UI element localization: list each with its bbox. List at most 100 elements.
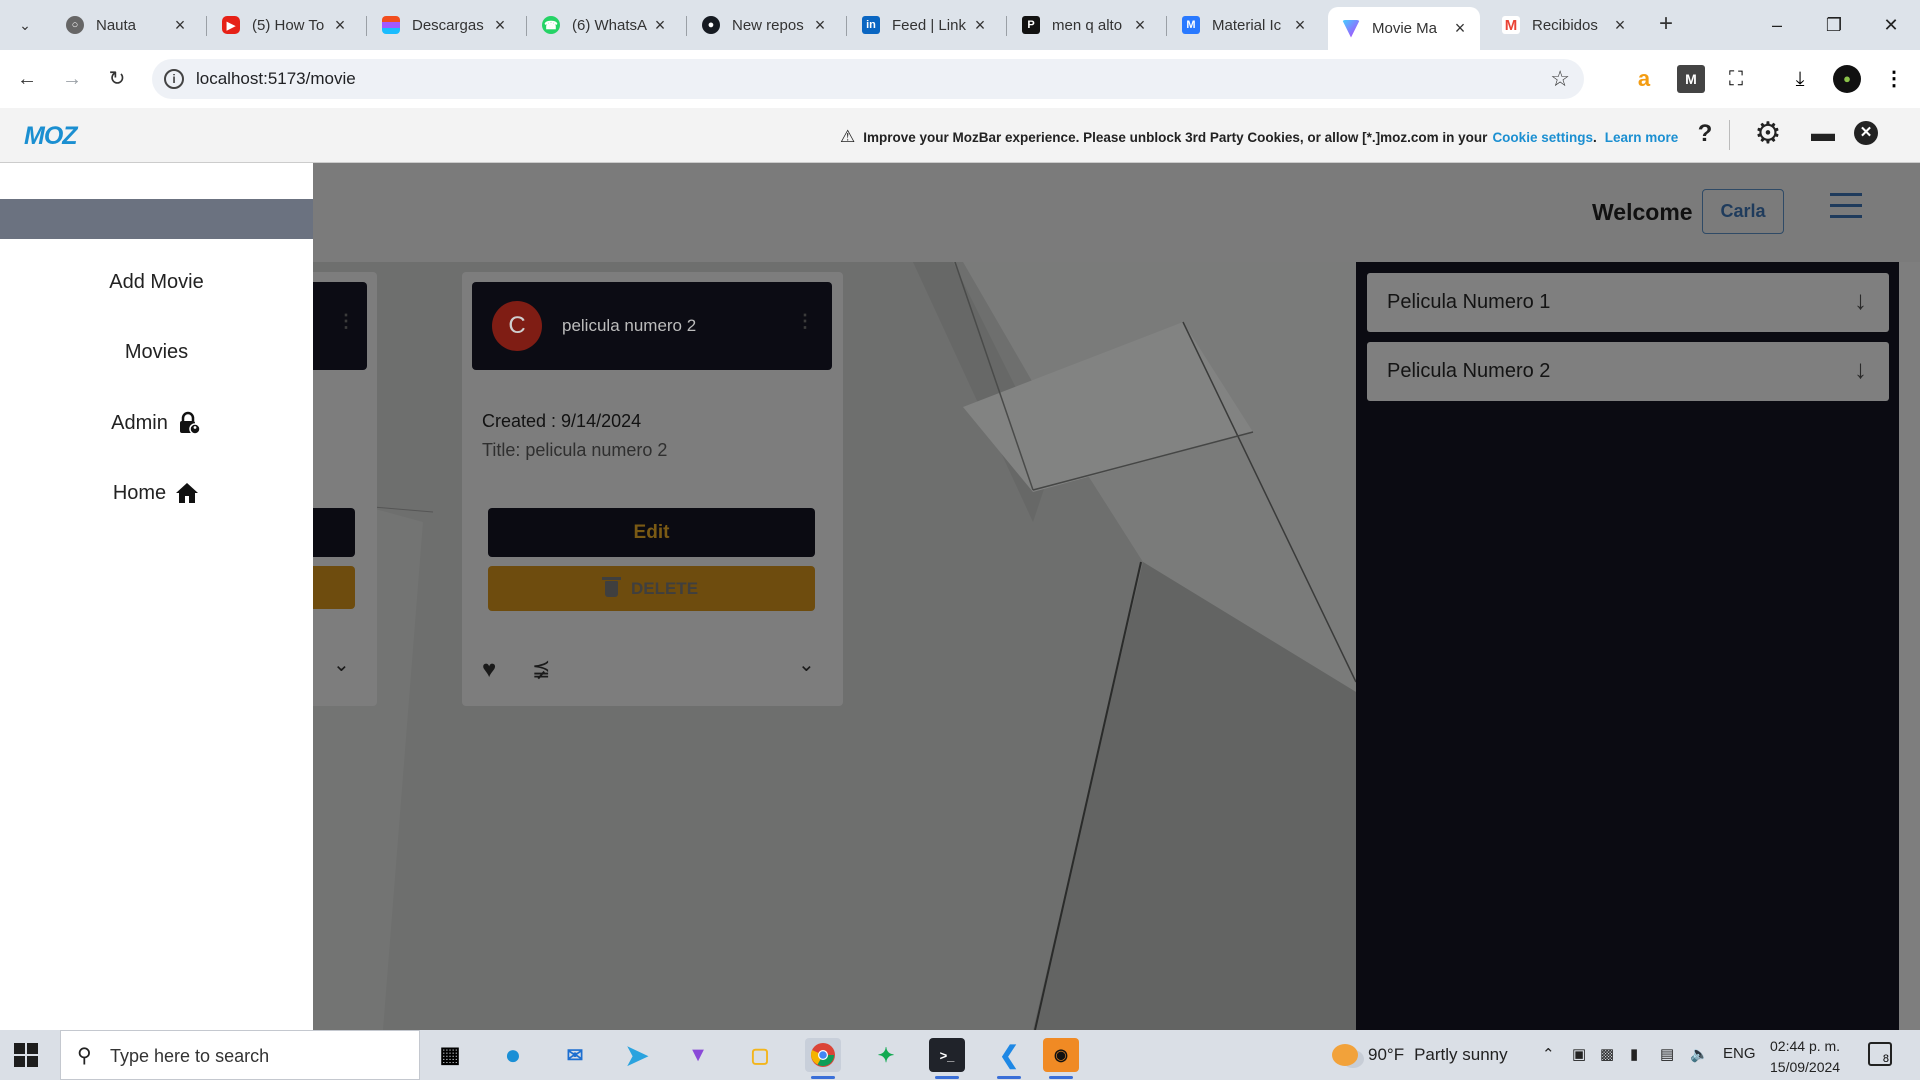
more-vert-icon[interactable]: ⋮ bbox=[796, 312, 814, 330]
reload-icon[interactable]: ↻ bbox=[102, 64, 132, 94]
mozbar-close-icon[interactable]: ✕ bbox=[1854, 121, 1878, 145]
close-icon[interactable]: × bbox=[810, 15, 830, 36]
accordion-item[interactable]: Pelicula Numero 2 ↓ bbox=[1367, 342, 1889, 401]
hamburger-menu-icon[interactable] bbox=[1830, 193, 1862, 223]
mongodb-icon[interactable]: ✦ bbox=[868, 1038, 904, 1072]
restore-icon[interactable]: ❐ bbox=[1814, 8, 1854, 42]
chevron-up-icon[interactable]: ⌃ bbox=[1542, 1045, 1555, 1063]
back-icon[interactable]: ← bbox=[12, 64, 42, 94]
drawer-item-movies[interactable]: Movies bbox=[0, 341, 313, 364]
terminal-icon[interactable]: >_ bbox=[929, 1038, 965, 1079]
taskbar: ⚲ Type here to search ▦ ● ✉ ➤ ▼ ▢ ✦ >_ ❮… bbox=[0, 1030, 1920, 1080]
battery-icon[interactable]: ▮ bbox=[1630, 1045, 1638, 1063]
tab-gmail[interactable]: M Recibidos × bbox=[1488, 8, 1640, 42]
heart-icon[interactable]: ♥ bbox=[482, 656, 496, 684]
tab-search-chevron-icon[interactable]: ⌄ bbox=[10, 10, 40, 40]
minimize-bar-icon[interactable]: ▬ bbox=[1807, 120, 1839, 148]
edit-button[interactable]: Edit bbox=[488, 508, 815, 557]
arrow-down-icon[interactable]: ↓ bbox=[1854, 285, 1867, 316]
close-icon[interactable]: × bbox=[1290, 15, 1310, 36]
close-icon[interactable]: × bbox=[490, 15, 510, 36]
tab-separator bbox=[526, 16, 527, 36]
close-icon[interactable]: × bbox=[170, 15, 190, 36]
windows-start-icon[interactable] bbox=[14, 1043, 38, 1067]
figma-icon bbox=[382, 16, 400, 34]
close-icon[interactable]: × bbox=[650, 15, 670, 36]
weather-widget[interactable]: 90°F Partly sunny bbox=[1332, 1044, 1508, 1066]
delete-button[interactable] bbox=[313, 566, 355, 609]
expand-chevron-icon[interactable]: ⌄ bbox=[333, 652, 350, 677]
mozbar-message: Improve your MozBar experience. Please u… bbox=[863, 129, 1488, 145]
figma-app-icon[interactable]: ◉ bbox=[1043, 1038, 1079, 1079]
vite-app-icon[interactable]: ▼ bbox=[680, 1038, 716, 1072]
expand-chevron-icon[interactable]: ⌄ bbox=[798, 652, 815, 677]
tab-pinterest[interactable]: P men q alto × bbox=[1008, 8, 1160, 42]
delete-button[interactable]: DELETE bbox=[488, 566, 815, 611]
scrollbar[interactable] bbox=[1899, 262, 1920, 1030]
mail-icon[interactable]: ✉ bbox=[557, 1038, 593, 1072]
accordion-item[interactable]: Pelicula Numero 1 ↓ bbox=[1367, 273, 1889, 332]
new-tab-button[interactable]: + bbox=[1651, 10, 1681, 40]
more-vert-icon[interactable]: ⋮ bbox=[337, 312, 355, 330]
mozbar-notice: ⚠ Improve your MozBar experience. Please… bbox=[840, 127, 1678, 147]
lock-icon bbox=[176, 410, 202, 436]
address-bar[interactable]: i localhost:5173/movie ☆ bbox=[152, 59, 1584, 99]
notification-icon[interactable]: 8 bbox=[1868, 1042, 1892, 1066]
window-close-icon[interactable]: ✕ bbox=[1871, 8, 1911, 42]
amazon-extension-icon[interactable]: a bbox=[1630, 65, 1658, 93]
browser-menu-icon[interactable]: ⋮ bbox=[1880, 65, 1908, 93]
close-icon[interactable]: × bbox=[1450, 18, 1470, 39]
moz-extension-icon[interactable]: M bbox=[1677, 65, 1705, 93]
chrome-icon[interactable] bbox=[805, 1038, 841, 1079]
tab-separator bbox=[366, 16, 367, 36]
url-text[interactable]: localhost:5173/movie bbox=[196, 69, 356, 89]
minimize-icon[interactable]: – bbox=[1757, 8, 1797, 42]
volume-icon[interactable]: 🔈 bbox=[1690, 1045, 1709, 1063]
telegram-icon[interactable]: ➤ bbox=[619, 1038, 655, 1072]
card-title: pelicula numero 2 bbox=[562, 316, 697, 335]
card-header: ⋮ bbox=[313, 282, 367, 370]
arrow-down-icon[interactable]: ↓ bbox=[1854, 354, 1867, 385]
tab-nauta[interactable]: ○ Nauta × bbox=[52, 8, 200, 42]
extensions-puzzle-icon[interactable]: ⛶ bbox=[1722, 65, 1750, 93]
close-icon[interactable]: × bbox=[1130, 15, 1150, 36]
language-indicator[interactable]: ENG bbox=[1723, 1045, 1756, 1062]
task-view-icon[interactable]: ▦ bbox=[432, 1038, 468, 1072]
drawer-item-label: Home bbox=[112, 481, 167, 504]
edge-icon[interactable]: ● bbox=[495, 1038, 531, 1072]
tab-movie-manager[interactable]: Movie Ma × bbox=[1328, 7, 1480, 50]
meet-icon[interactable]: ▣ bbox=[1572, 1045, 1586, 1063]
download-icon[interactable]: ⤓ bbox=[1786, 65, 1814, 93]
user-button[interactable]: Carla bbox=[1702, 189, 1784, 234]
drawer-item-home[interactable]: Home bbox=[0, 480, 313, 506]
clock[interactable]: 02:44 p. m. 15/09/2024 bbox=[1770, 1036, 1840, 1078]
edit-button[interactable] bbox=[313, 508, 355, 557]
drawer-item-admin[interactable]: Admin bbox=[0, 410, 313, 436]
tab-material[interactable]: M Material Ic × bbox=[1168, 8, 1320, 42]
file-explorer-icon[interactable]: ▢ bbox=[742, 1038, 778, 1072]
display-icon[interactable]: ▩ bbox=[1600, 1045, 1614, 1063]
profile-avatar[interactable]: ● bbox=[1833, 65, 1861, 93]
bookmark-star-icon[interactable]: ☆ bbox=[1550, 66, 1570, 92]
tab-linkedin[interactable]: in Feed | Link × bbox=[848, 8, 1000, 42]
tab-github[interactable]: ● New repos × bbox=[688, 8, 840, 42]
drawer-item-add-movie[interactable]: Add Movie bbox=[0, 271, 313, 294]
vscode-icon[interactable]: ❮ bbox=[991, 1038, 1027, 1079]
close-icon[interactable]: × bbox=[330, 15, 350, 36]
close-icon[interactable]: × bbox=[1610, 15, 1630, 36]
search-placeholder: Type here to search bbox=[110, 1046, 270, 1066]
close-icon[interactable]: × bbox=[970, 15, 990, 36]
network-icon[interactable]: ▤ bbox=[1660, 1045, 1674, 1063]
gear-icon[interactable]: ⚙ bbox=[1752, 116, 1784, 151]
learn-more-link[interactable]: Learn more bbox=[1605, 130, 1679, 145]
site-info-icon[interactable]: i bbox=[164, 69, 184, 89]
mozbar: MOZ ⚠ Improve your MozBar experience. Pl… bbox=[0, 108, 1920, 163]
share-icon[interactable]: ⪵ bbox=[532, 655, 550, 681]
tab-whatsapp[interactable]: ☎ (6) WhatsA × bbox=[528, 8, 680, 42]
taskbar-search[interactable]: ⚲ Type here to search bbox=[60, 1030, 420, 1080]
tab-youtube[interactable]: ▶ (5) How To × bbox=[208, 8, 360, 42]
help-icon[interactable]: ? bbox=[1689, 120, 1721, 148]
tab-descargas[interactable]: Descargas × bbox=[368, 8, 520, 42]
cookie-settings-link[interactable]: Cookie settings bbox=[1492, 130, 1593, 145]
forward-icon[interactable]: → bbox=[57, 64, 87, 94]
